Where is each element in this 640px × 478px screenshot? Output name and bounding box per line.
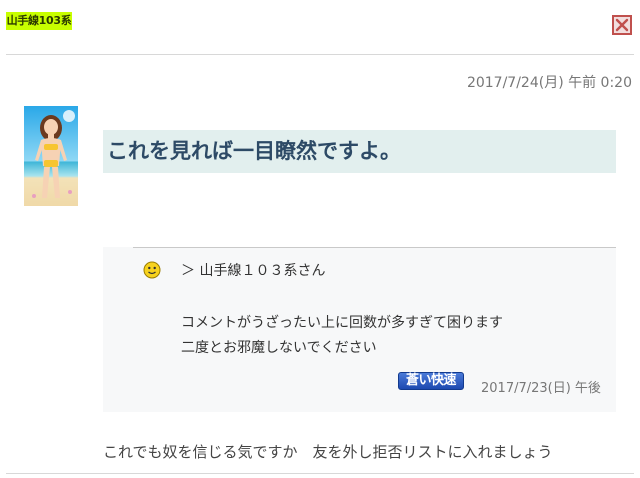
post-headline: これを見れば一目瞭然ですよ。 [103,130,616,173]
post-body: これでも奴を信じる気ですか 友を外し拒否リストに入れましょう [103,443,553,461]
quote-text-line: 二度とお邪魔しないでください [181,340,377,356]
quote-author-button[interactable]: 蒼い快速 [398,372,464,390]
post-date: 2017/7/24(月) 午前 0:20 [466,75,632,91]
quote-reply-to: ＞ 山手線１０３系さん [181,263,326,279]
user-badge[interactable]: 山手線103系 [6,12,72,30]
quote-divider [133,247,616,248]
quoted-comment: ＞ 山手線１０３系さん コメントがうざったい上に回数が多すぎて困ります 二度とお… [103,247,616,412]
close-icon [615,18,629,32]
quote-text-line: コメントがうざったい上に回数が多すぎて困ります [181,315,503,331]
post-page: 山手線103系 2017/7/24(月) 午前 0:20 これを見れば一目瞭然で… [0,0,640,478]
avatar-image[interactable] [24,106,78,206]
smiley-icon [143,261,161,279]
close-button[interactable] [612,15,632,35]
top-divider [6,54,634,55]
bottom-divider [6,473,634,474]
quote-date: 2017/7/23(日) 午後 [481,381,601,396]
